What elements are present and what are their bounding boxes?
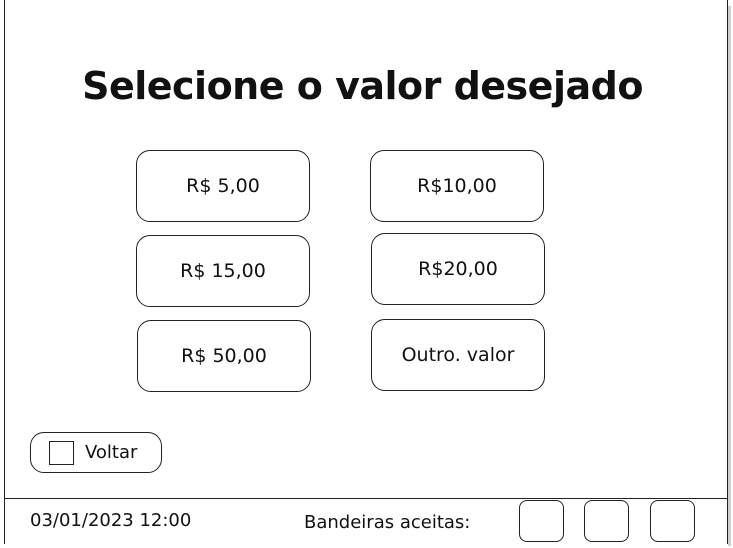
- accepted-flags-label: Bandeiras aceitas:: [304, 512, 471, 533]
- back-icon: [49, 440, 74, 465]
- back-button[interactable]: Voltar: [30, 432, 162, 473]
- other-value-button[interactable]: Outro. valor: [371, 319, 545, 391]
- value-10-button[interactable]: R$10,00: [370, 150, 544, 222]
- value-20-button[interactable]: R$20,00: [371, 233, 545, 305]
- value-50-button[interactable]: R$ 50,00: [137, 320, 311, 392]
- value-5-button[interactable]: R$ 5,00: [136, 150, 310, 222]
- back-button-label: Voltar: [85, 442, 138, 463]
- card-flag-1: [519, 500, 564, 542]
- card-flag-3: [650, 500, 695, 542]
- footer-divider: [4, 498, 728, 499]
- value-15-button[interactable]: R$ 15,00: [136, 235, 310, 307]
- page-title: Selecione o valor desejado: [82, 64, 643, 108]
- datetime: 03/01/2023 12:00: [30, 510, 192, 531]
- card-flag-2: [584, 500, 629, 542]
